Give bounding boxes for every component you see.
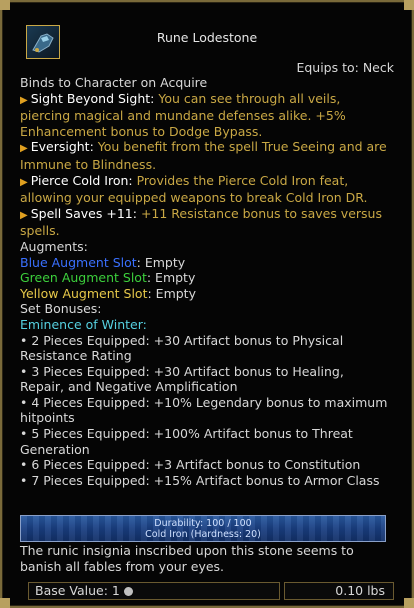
effect-entry: ▶ Eversight: You benefit from the spell T… [20,139,390,172]
augment-slot-value: : Empty [146,270,196,286]
frame-corner [0,0,10,10]
set-bonus-item: • 4 Pieces Equipped: +10% Legendary bonu… [20,394,388,426]
base-value: Base Value: 1 [28,582,280,600]
item-weight: 0.10 lbs [284,582,394,600]
effect-name: Spell Saves +11: [30,205,137,221]
augment-slot-yellow: Yellow Augment Slot: Empty [20,286,390,302]
augment-slot-green: Green Augment Slot: Empty [20,270,390,286]
set-bonus-item: • 2 Pieces Equipped: +30 Artifact bonus … [20,332,344,364]
effect-entry: ▶ Pierce Cold Iron: Provides the Pierce C… [20,173,390,206]
item-details: Binds to Character on Acquire ▶ Sight Bey… [20,75,390,488]
frame-corner [404,598,414,608]
augment-slot-blue: Blue Augment Slot: Empty [20,255,390,271]
augments-header: Augments: [20,238,88,254]
durability-text: Durability: 100 / 100 [154,518,252,529]
equip-slot: Equips to: Neck [296,60,394,75]
set-name: Eminence of Winter: [20,316,147,332]
augment-slot-value: : Empty [147,285,196,301]
material-text: Cold Iron (Hardness: 20) [145,529,261,540]
effect-name: Pierce Cold Iron: [30,172,133,188]
augment-slot-label: Green Augment Slot [20,270,147,286]
bullet-triangle-icon: ▶ [20,176,28,188]
effect-name: Eversight: [30,139,94,155]
bullet-triangle-icon: ▶ [20,94,28,106]
tooltip-footer: Base Value: 1 0.10 lbs [20,582,394,600]
bullet-triangle-icon: ▶ [20,209,28,221]
effect-entry: ▶ Spell Saves +11: +11 Resistance bonus t… [20,206,390,239]
augment-slot-label: Yellow Augment Slot [20,285,148,301]
frame-corner [0,598,10,608]
set-bonus-item: • 3 Pieces Equipped: +30 Artifact bonus … [20,363,344,395]
set-bonus-item: • 7 Pieces Equipped: +15% Artifact bonus… [20,472,380,488]
item-description: The runic insignia inscribed upon this s… [20,543,354,574]
augment-slot-value: : Empty [136,254,186,270]
augment-slot-label: Blue Augment Slot [20,254,137,270]
effect-name: Sight Beyond Sight: [30,90,155,106]
base-value-text: Base Value: 1 [35,583,120,598]
set-bonuses-header: Set Bonuses: [20,301,102,317]
binding-text: Binds to Character on Acquire [20,75,208,90]
frame-corner [404,0,414,10]
bullet-triangle-icon: ▶ [20,143,28,155]
coin-icon [123,587,133,596]
item-tooltip: Rune Lodestone Equips to: Neck Binds to … [0,0,414,608]
set-bonus-item: • 5 Pieces Equipped: +100% Artifact bonu… [20,426,353,457]
item-name: Rune Lodestone [156,30,258,45]
durability-bar: Durability: 100 / 100 Cold Iron (Hardnes… [20,515,386,542]
effect-entry: ▶ Sight Beyond Sight: You can see through… [20,91,390,140]
set-bonus-item: • 6 Pieces Equipped: +3 Artifact bonus t… [20,457,361,473]
